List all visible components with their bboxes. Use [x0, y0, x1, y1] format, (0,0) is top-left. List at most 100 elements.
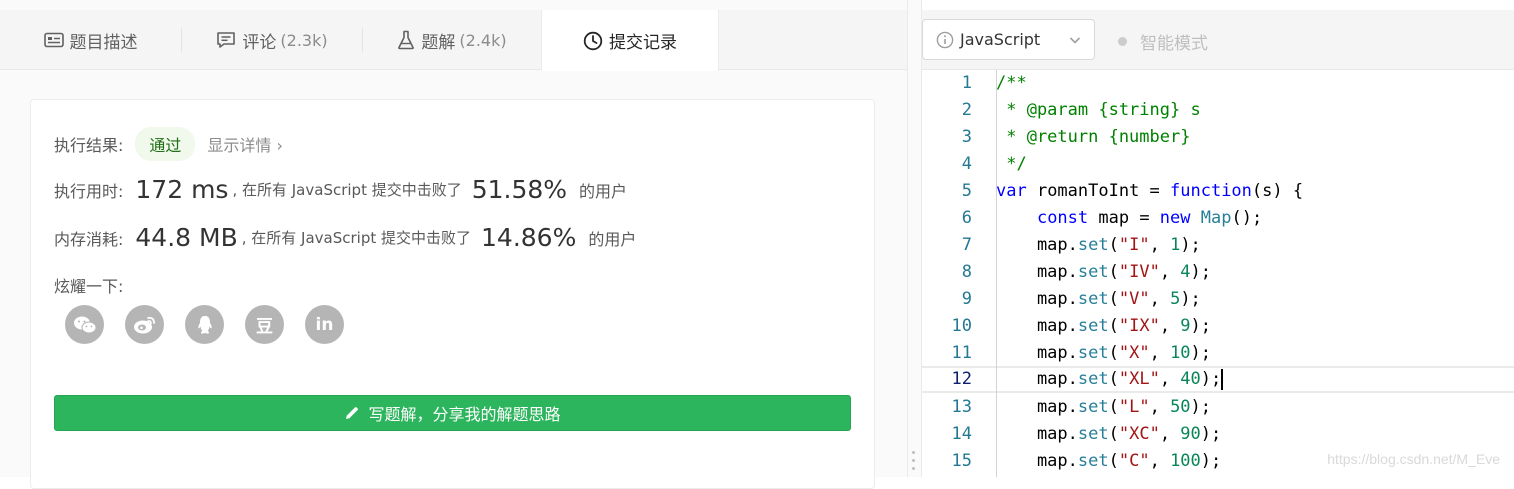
line-number: 11 — [951, 343, 972, 363]
line-number: 3 — [961, 127, 972, 147]
tab-label: 题解 — [421, 32, 456, 53]
runtime-desc: , 在所有 JavaScript 提交中击败了 — [232, 181, 462, 199]
tab-label: 题目描述 — [69, 32, 138, 53]
runtime-suffix: 的用户 — [579, 181, 628, 201]
code-line: 14 map.set("XC", 90); — [922, 421, 1514, 448]
runtime-label: 执行用时: — [54, 181, 124, 201]
code-line: 5 var romanToInt = function(s) { — [922, 178, 1514, 205]
line-number: 14 — [951, 424, 972, 444]
write-solution-label: 写题解，分享我的解题思路 — [368, 405, 561, 424]
pane-splitter[interactable] — [907, 0, 922, 477]
line-number: 12 — [951, 369, 972, 389]
tab-count: (2.3k) — [280, 30, 328, 50]
drag-handle-icon — [912, 451, 916, 471]
status-badge: 通过 — [135, 127, 196, 161]
code-line: 8 map.set("IV", 4); — [922, 259, 1514, 286]
write-solution-button[interactable]: 写题解，分享我的解题思路 — [54, 395, 851, 431]
smart-mode-toggle[interactable]: 智能模式 — [1118, 29, 1208, 54]
share-label: 炫耀一下: — [54, 277, 124, 296]
code-line: 9 map.set("V", 5); — [922, 286, 1514, 313]
code-text: * @param {string} s — [996, 100, 1201, 120]
memory-suffix: 的用户 — [588, 229, 637, 249]
comment-icon — [216, 31, 236, 49]
share-icons: 豆 in — [65, 305, 365, 344]
code-text: map.set("XL", 40); — [996, 368, 1224, 390]
submission-result-card: 执行结果: 通过 显示详情 › 执行用时: 172 ms , 在所有 JavaS… — [30, 99, 875, 489]
code-line: 11 map.set("X", 10); — [922, 340, 1514, 367]
runtime-percent: 51.58% — [471, 175, 568, 204]
code-text: map.set("X", 10); — [996, 343, 1212, 363]
wechat-icon[interactable] — [65, 305, 104, 344]
linkedin-icon[interactable]: in — [305, 305, 344, 344]
line-number: 8 — [961, 262, 972, 282]
code-text: const map = new Map(); — [1036, 208, 1263, 228]
tab-solutions[interactable]: 题解 (2.4k) — [363, 10, 541, 70]
line-number: 10 — [951, 316, 972, 336]
share-row: 炫耀一下: — [54, 273, 123, 297]
line-number: 15 — [951, 451, 972, 471]
line-number: 2 — [961, 100, 972, 120]
code-line: 13 map.set("L", 50); — [922, 394, 1514, 421]
flask-icon — [397, 30, 415, 50]
runtime-row: 执行用时: 172 ms , 在所有 JavaScript 提交中击败了 51.… — [54, 175, 627, 204]
tab-submissions[interactable]: 提交记录 — [541, 10, 719, 71]
code-line: 4 */ — [922, 151, 1514, 178]
text-caret — [1221, 368, 1224, 390]
editor-toolbar: JavaScript 智能模式 — [922, 10, 1514, 70]
code-text: map.set("IX", 9); — [996, 316, 1212, 336]
editor-pane: JavaScript 智能模式 1 /** 2 * @param {string}… — [922, 0, 1514, 477]
left-pane: 题目描述 评论 (2.3k) 题解 (2.4k) 提交记录 执行结果: 通过 显… — [0, 0, 907, 489]
result-label: 执行结果: — [54, 136, 124, 155]
tab-label: 评论 — [242, 32, 277, 53]
memory-label: 内存消耗: — [54, 229, 124, 249]
linkedin-text: in — [315, 314, 334, 335]
info-icon — [936, 31, 954, 49]
line-number: 6 — [961, 208, 972, 228]
code-text: /** — [996, 73, 1027, 93]
tab-bar: 题目描述 评论 (2.3k) 题解 (2.4k) 提交记录 — [0, 10, 907, 71]
line-number: 5 — [961, 181, 972, 201]
language-select[interactable]: JavaScript — [922, 19, 1095, 60]
qq-icon[interactable] — [185, 305, 224, 344]
line-number: 13 — [951, 397, 972, 417]
show-details-link[interactable]: 显示详情 › — [207, 132, 283, 156]
chevron-down-icon — [1068, 32, 1082, 51]
douban-icon[interactable]: 豆 — [245, 305, 284, 344]
code-text: * @return {number} — [996, 127, 1191, 147]
code-text: */ — [996, 154, 1027, 174]
weibo-icon[interactable] — [125, 305, 164, 344]
clock-icon — [583, 31, 603, 51]
watermark: https://blog.csdn.net/M_Eve — [1327, 451, 1500, 467]
code-line-current: 12 map.set("XL", 40); — [922, 366, 1514, 393]
pencil-icon — [344, 405, 360, 421]
description-icon — [43, 32, 64, 48]
tab-description[interactable]: 题目描述 — [0, 10, 181, 70]
code-text: map.set("C", 100); — [996, 451, 1222, 471]
runtime-value: 172 ms — [135, 175, 229, 204]
memory-percent: 14.86% — [481, 223, 577, 252]
line-number: 4 — [961, 154, 972, 174]
code-line: 7 map.set("I", 1); — [922, 232, 1514, 259]
memory-row: 内存消耗: 44.8 MB , 在所有 JavaScript 提交中击败了 14… — [54, 223, 636, 252]
code-editor[interactable]: 1 /** 2 * @param {string} s 3 * @return {… — [922, 70, 1514, 477]
code-line: 1 /** — [922, 70, 1514, 97]
code-text: var romanToInt = function(s) { — [996, 181, 1304, 201]
code-line: 6 const map = new Map(); — [922, 205, 1514, 232]
line-number: 1 — [961, 73, 972, 93]
code-text: map.set("I", 1); — [996, 235, 1201, 255]
language-value: JavaScript — [960, 30, 1041, 49]
douban-text: 豆 — [256, 317, 273, 337]
result-row: 执行结果: 通过 显示详情 › — [54, 127, 283, 161]
code-text: map.set("L", 50); — [996, 397, 1212, 417]
code-text: map.set("V", 5); — [996, 289, 1201, 309]
tab-comments[interactable]: 评论 (2.3k) — [182, 10, 362, 70]
line-number: 9 — [961, 289, 972, 309]
tab-label: 提交记录 — [609, 33, 677, 53]
indent-guide — [996, 70, 997, 477]
memory-desc: , 在所有 JavaScript 提交中击败了 — [241, 229, 472, 247]
code-text: map.set("IV", 4); — [996, 262, 1212, 282]
smart-mode-label: 智能模式 — [1140, 34, 1208, 54]
status-dot-icon — [1118, 37, 1127, 46]
line-number: 7 — [961, 235, 972, 255]
code-line: 10 map.set("IX", 9); — [922, 313, 1514, 340]
